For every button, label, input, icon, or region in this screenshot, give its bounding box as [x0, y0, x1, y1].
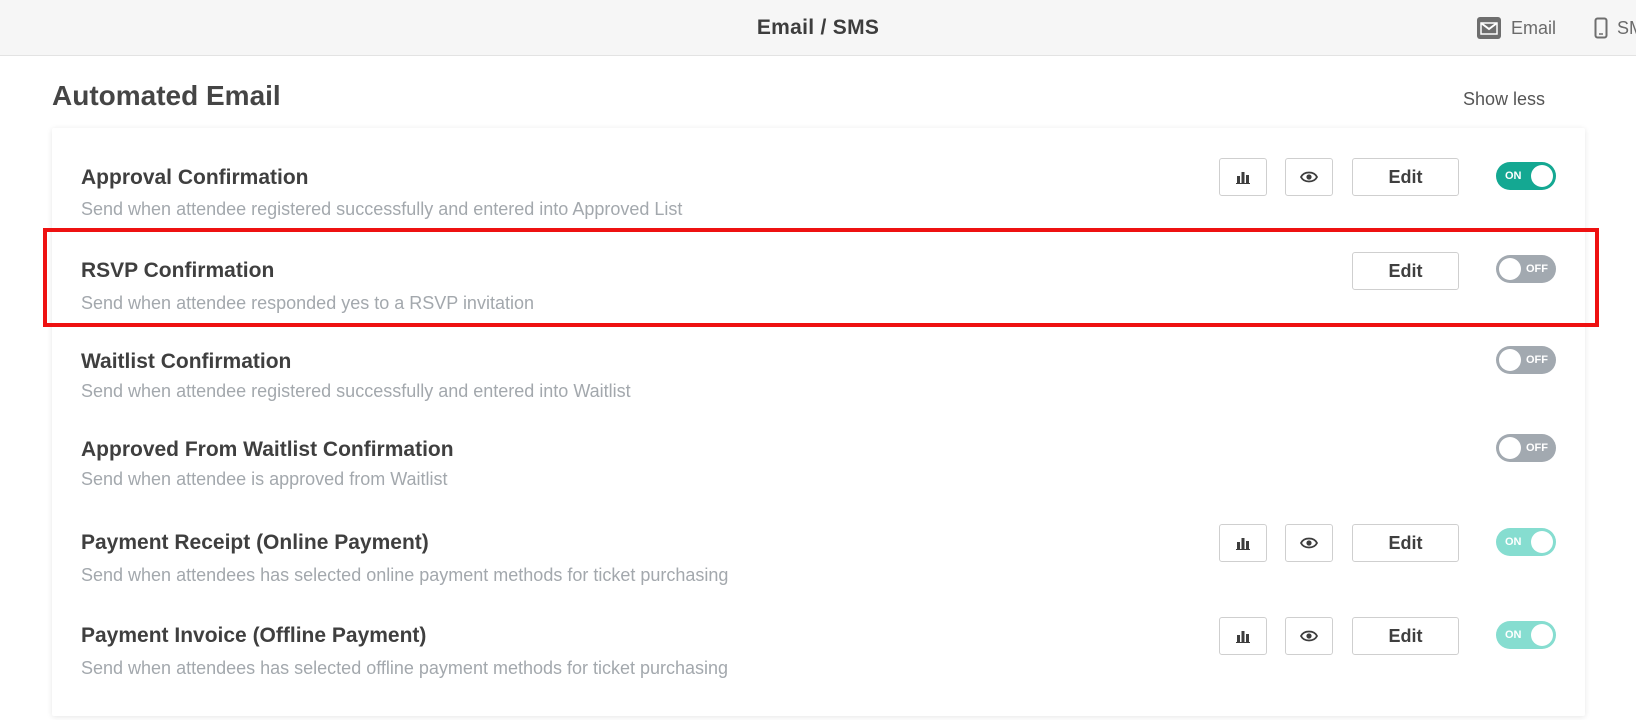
toggle-label: ON	[1505, 536, 1522, 548]
toggle-knob	[1531, 165, 1553, 187]
mobile-phone-icon	[1594, 17, 1608, 39]
show-less-link[interactable]: Show less	[1463, 89, 1545, 110]
toggle-label: OFF	[1526, 354, 1548, 366]
email-description: Send when attendee registered successful…	[81, 381, 631, 401]
edit-button[interactable]: Edit	[1352, 158, 1459, 196]
email-title: Payment Receipt (Online Payment)	[81, 531, 429, 554]
eye-icon	[1300, 537, 1318, 549]
toggle-knob	[1531, 531, 1553, 553]
envelope-icon	[1476, 16, 1502, 40]
edit-button[interactable]: Edit	[1352, 617, 1459, 655]
bar-chart-icon	[1236, 172, 1250, 184]
toggle-label: OFF	[1526, 442, 1548, 454]
stats-button[interactable]	[1219, 158, 1267, 196]
toggle-switch[interactable]: ON	[1496, 162, 1556, 190]
email-description: Send when attendee registered successful…	[81, 199, 683, 219]
preview-button[interactable]	[1285, 617, 1333, 655]
email-description: Send when attendees has selected offline…	[81, 658, 729, 678]
tab-sms-label: SMS	[1617, 17, 1636, 38]
eye-icon	[1300, 630, 1318, 642]
toggle-switch[interactable]: OFF	[1496, 434, 1556, 462]
toggle-label: ON	[1505, 170, 1522, 182]
toggle-switch[interactable]: ON	[1496, 621, 1556, 649]
section-title: Automated Email	[52, 80, 281, 111]
tab-email[interactable]: Email	[1476, 0, 1556, 56]
automated-email-card: Approval Confirmation Send when attendee…	[52, 128, 1585, 716]
email-title: Approved From Waitlist Confirmation	[81, 438, 454, 461]
toggle-knob	[1499, 349, 1521, 371]
preview-button[interactable]	[1285, 524, 1333, 562]
preview-button[interactable]	[1285, 158, 1333, 196]
tab-email-label: Email	[1511, 17, 1557, 38]
toggle-switch[interactable]: OFF	[1496, 346, 1556, 374]
bar-chart-icon	[1236, 631, 1250, 643]
edit-button[interactable]: Edit	[1352, 524, 1459, 562]
toggle-label: ON	[1505, 629, 1522, 641]
email-title: Waitlist Confirmation	[81, 350, 292, 373]
toggle-switch[interactable]: ON	[1496, 528, 1556, 556]
stats-button[interactable]	[1219, 524, 1267, 562]
email-title: Payment Invoice (Offline Payment)	[81, 624, 427, 647]
stats-button[interactable]	[1219, 617, 1267, 655]
eye-icon	[1300, 171, 1318, 183]
top-bar: Email / SMS Email SMS	[0, 0, 1636, 56]
bar-chart-icon	[1236, 538, 1250, 550]
email-description: Send when attendees has selected online …	[81, 565, 729, 585]
email-description: Send when attendee is approved from Wait…	[81, 469, 448, 489]
toggle-knob	[1531, 624, 1553, 646]
page-title: Email / SMS	[756, 16, 880, 39]
toggle-knob	[1499, 437, 1521, 459]
highlight-box	[43, 228, 1599, 327]
tab-sms[interactable]: SMS	[1594, 0, 1636, 56]
email-title: Approval Confirmation	[81, 166, 309, 189]
